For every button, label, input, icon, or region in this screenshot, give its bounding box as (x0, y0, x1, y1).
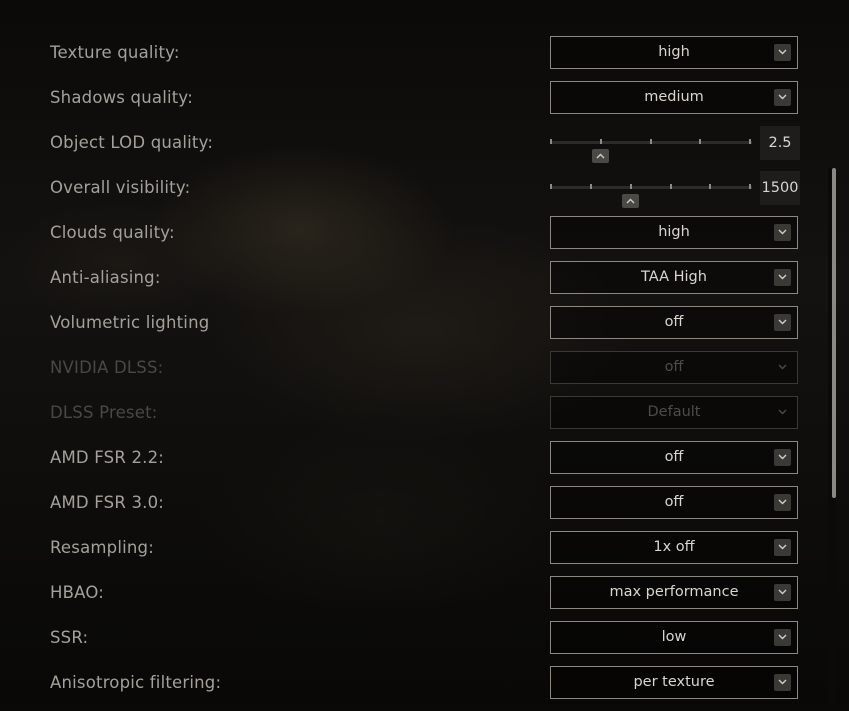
setting-label: Volumetric lighting (50, 313, 210, 332)
setting-amd-fsr-3-0: AMD FSR 3.0: off (0, 486, 849, 531)
setting-object-lod-quality: Object LOD quality: 2.5 (0, 126, 849, 171)
setting-label: Clouds quality: (50, 223, 175, 242)
dropdown-value: off (664, 314, 684, 330)
setting-dlss-preset: DLSS Preset: Default (0, 396, 849, 441)
anti-aliasing-dropdown[interactable]: TAA High (550, 261, 798, 294)
dropdown-value: max performance (609, 584, 739, 600)
slider-value[interactable]: 1500 (760, 171, 800, 205)
setting-nvidia-dlss: NVIDIA DLSS: off (0, 351, 849, 396)
chevron-down-icon[interactable] (774, 89, 791, 106)
chevron-down-icon[interactable] (774, 674, 791, 691)
setting-label: Shadows quality: (50, 88, 193, 107)
dropdown-value: high (658, 44, 690, 60)
dropdown-value: high (658, 224, 690, 240)
scrollbar-thumb[interactable] (832, 168, 836, 498)
chevron-down-icon[interactable] (774, 269, 791, 286)
resampling-dropdown[interactable]: 1x off (550, 531, 798, 564)
dropdown-value: Default (647, 404, 701, 420)
setting-overall-visibility: Overall visibility: 1500 (0, 171, 849, 216)
setting-label: Resampling: (50, 538, 154, 557)
ssr-dropdown[interactable]: low (550, 621, 798, 654)
anisotropic-filtering-dropdown[interactable]: per texture (550, 666, 798, 699)
slider-tick (709, 184, 711, 189)
setting-ssr: SSR: low (0, 621, 849, 666)
slider-knob[interactable] (622, 194, 639, 208)
slider-tick (550, 184, 552, 189)
slider-value[interactable]: 2.5 (760, 126, 800, 160)
slider-tick (650, 139, 652, 144)
setting-label: AMD FSR 2.2: (50, 448, 165, 467)
setting-label: Anti-aliasing: (50, 268, 161, 287)
amd-fsr-2-2-dropdown[interactable]: off (550, 441, 798, 474)
amd-fsr-3-0-dropdown[interactable]: off (550, 486, 798, 519)
setting-label: Overall visibility: (50, 178, 191, 197)
dropdown-value: off (664, 359, 684, 375)
slider-tick (550, 139, 552, 144)
setting-label: Anisotropic filtering: (50, 673, 222, 692)
setting-anti-aliasing: Anti-aliasing: TAA High (0, 261, 849, 306)
chevron-down-icon[interactable] (774, 494, 791, 511)
slider-knob[interactable] (592, 149, 609, 163)
slider-tick (699, 139, 701, 144)
dropdown-value: medium (644, 89, 704, 105)
slider-tick (749, 139, 751, 144)
chevron-down-icon[interactable] (774, 224, 791, 241)
slider-tick (749, 184, 751, 189)
setting-shadows-quality: Shadows quality: medium (0, 81, 849, 126)
dropdown-value: 1x off (653, 539, 695, 555)
slider-tick (630, 184, 632, 189)
setting-label: NVIDIA DLSS: (50, 358, 164, 377)
setting-volumetric-lighting: Volumetric lighting off (0, 306, 849, 351)
hbao-dropdown[interactable]: max performance (550, 576, 798, 609)
chevron-down-icon[interactable] (774, 44, 791, 61)
slider-tick (590, 184, 592, 189)
setting-label: Object LOD quality: (50, 133, 214, 152)
dropdown-value: off (664, 494, 684, 510)
setting-resampling: Resampling: 1x off (0, 531, 849, 576)
dropdown-value: per texture (633, 674, 715, 690)
chevron-down-icon[interactable] (774, 584, 791, 601)
dropdown-value: TAA High (641, 269, 707, 285)
setting-label: Texture quality: (50, 43, 180, 62)
chevron-down-icon[interactable] (774, 539, 791, 556)
nvidia-dlss-dropdown: off (550, 351, 798, 384)
chevron-down-icon (774, 404, 791, 421)
setting-label: HBAO: (50, 583, 104, 602)
dropdown-value: off (664, 449, 684, 465)
setting-label: DLSS Preset: (50, 403, 158, 422)
setting-amd-fsr-2-2: AMD FSR 2.2: off (0, 441, 849, 486)
setting-anisotropic-filtering: Anisotropic filtering: per texture (0, 666, 849, 711)
setting-label: AMD FSR 3.0: (50, 493, 165, 512)
volumetric-lighting-dropdown[interactable]: off (550, 306, 798, 339)
slider-tick (600, 139, 602, 144)
chevron-down-icon[interactable] (774, 314, 791, 331)
chevron-down-icon (774, 359, 791, 376)
object-lod-slider[interactable] (550, 126, 752, 163)
clouds-quality-dropdown[interactable]: high (550, 216, 798, 249)
dlss-preset-dropdown: Default (550, 396, 798, 429)
overall-visibility-slider[interactable] (550, 171, 752, 208)
dropdown-value: low (661, 629, 687, 645)
setting-texture-quality: Texture quality: high (0, 36, 849, 81)
setting-hbao: HBAO: max performance (0, 576, 849, 621)
chevron-down-icon[interactable] (774, 449, 791, 466)
texture-quality-dropdown[interactable]: high (550, 36, 798, 69)
slider-tick (670, 184, 672, 189)
slider-track[interactable] (550, 186, 752, 189)
chevron-down-icon[interactable] (774, 629, 791, 646)
setting-clouds-quality: Clouds quality: high (0, 216, 849, 261)
setting-label: SSR: (50, 628, 89, 647)
shadows-quality-dropdown[interactable]: medium (550, 81, 798, 114)
